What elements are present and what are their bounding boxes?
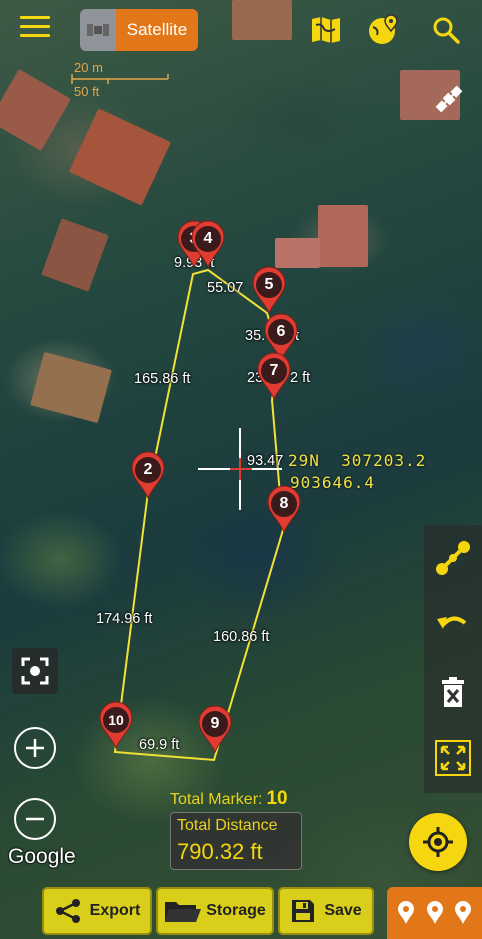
floppy-disk-icon bbox=[292, 900, 315, 922]
folder-icon bbox=[165, 902, 202, 922]
map-scale: 20 m 50 ft bbox=[70, 60, 170, 102]
map-layers-icon[interactable] bbox=[308, 12, 344, 48]
marker-number: 6 bbox=[268, 319, 294, 345]
total-distance-label: Total Distance bbox=[177, 817, 278, 834]
marker-number: 9 bbox=[202, 711, 228, 737]
map-marker-5[interactable]: 5 bbox=[251, 266, 287, 314]
satellite-icon[interactable] bbox=[424, 74, 474, 124]
storage-label: Storage bbox=[206, 902, 266, 919]
marker-number: 5 bbox=[256, 272, 282, 298]
marker-number: 7 bbox=[261, 358, 287, 384]
google-attribution: Google bbox=[8, 845, 76, 868]
menu-icon[interactable] bbox=[20, 16, 50, 42]
zoom-in-button[interactable] bbox=[14, 727, 56, 769]
marker-number: 8 bbox=[271, 491, 297, 517]
map-marker-2[interactable]: 2 bbox=[130, 451, 166, 499]
focus-frame-button[interactable] bbox=[12, 648, 58, 694]
marker-number: 10 bbox=[103, 707, 129, 733]
pin-icon bbox=[398, 901, 415, 924]
location-globe-icon[interactable] bbox=[366, 12, 402, 48]
pin-icon bbox=[426, 901, 443, 924]
map-marker-7[interactable]: 7 bbox=[256, 352, 292, 400]
focus-icon bbox=[21, 657, 49, 685]
my-location-button[interactable] bbox=[409, 813, 467, 871]
share-icon bbox=[55, 899, 80, 923]
fit-bounds-icon[interactable] bbox=[432, 737, 474, 779]
map-marker-4[interactable]: 4 bbox=[190, 220, 226, 268]
satellite-label[interactable]: Satellite bbox=[116, 9, 198, 51]
segment-length-label: 55.07 bbox=[207, 280, 244, 296]
storage-button[interactable]: Storage bbox=[156, 887, 274, 935]
map-type-toggle[interactable]: Satellite bbox=[80, 9, 198, 51]
coordinate-readout-line1: 29N 307203.2 bbox=[288, 451, 427, 470]
plus-icon bbox=[26, 739, 44, 757]
undo-icon[interactable] bbox=[432, 603, 474, 645]
segment-length-label: 69.9 ft bbox=[139, 737, 180, 753]
coordinate-readout-line2: 903646.4 bbox=[290, 473, 376, 492]
marker-number: 2 bbox=[135, 457, 161, 483]
marker-number: 4 bbox=[195, 226, 221, 252]
zoom-out-button[interactable] bbox=[14, 798, 56, 840]
total-marker-label: Total Marker: bbox=[170, 791, 263, 808]
save-label: Save bbox=[324, 902, 362, 919]
right-toolbar bbox=[424, 525, 482, 793]
segment-length-label: 93.47 bbox=[247, 453, 284, 469]
map-marker-10[interactable]: 10 bbox=[98, 701, 134, 749]
crosshair-icon bbox=[423, 827, 453, 857]
total-marker: Total Marker: 10 bbox=[170, 788, 288, 810]
map-marker-8[interactable]: 8 bbox=[266, 485, 302, 533]
total-distance-value: 790.32 ft bbox=[177, 839, 263, 864]
export-label: Export bbox=[89, 902, 141, 919]
top-bar: Satellite bbox=[0, 0, 482, 62]
segment-length-label: 165.86 ft bbox=[134, 371, 191, 387]
export-button[interactable]: Export bbox=[42, 887, 152, 935]
segment-length-label: 2 ft bbox=[290, 370, 311, 386]
search-icon[interactable] bbox=[428, 12, 464, 48]
connect-points-icon[interactable] bbox=[432, 537, 474, 579]
save-button[interactable]: Save bbox=[278, 887, 374, 935]
total-marker-count: 10 bbox=[266, 788, 288, 809]
pin-icon bbox=[454, 901, 471, 924]
segment-length-label: 160.86 ft bbox=[213, 629, 270, 645]
satellite-dish-icon[interactable] bbox=[80, 9, 116, 51]
minus-icon bbox=[26, 817, 44, 821]
total-distance-panel: Total Distance 790.32 ft bbox=[170, 812, 302, 870]
markers-button[interactable] bbox=[387, 887, 482, 939]
segment-length-label: 174.96 ft bbox=[96, 611, 153, 627]
delete-icon[interactable] bbox=[432, 671, 474, 713]
map-marker-9[interactable]: 9 bbox=[197, 705, 233, 753]
